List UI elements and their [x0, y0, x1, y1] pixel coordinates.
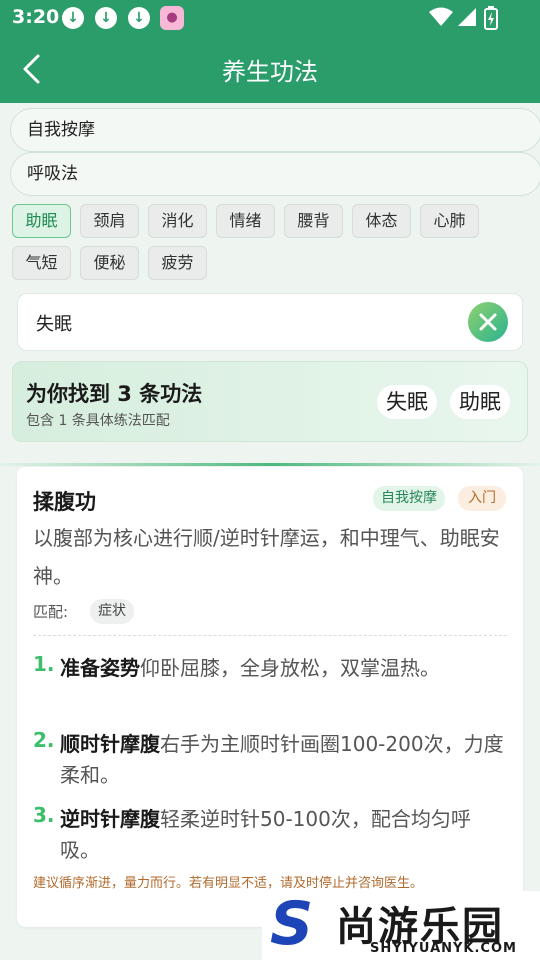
status-bar: 3:20 ↓ ↓ ↓ ● — [0, 0, 540, 36]
step-item: 2. 顺时针摩腹右手为主顺时针画圈100-200次，力度柔和。 — [33, 728, 507, 791]
keyword-chip: 失眠 — [377, 385, 437, 419]
download-icon: ↓ — [62, 7, 84, 29]
page-title: 养生功法 — [222, 58, 318, 86]
step-number: 1. — [33, 652, 55, 676]
status-time: 3:20 — [12, 6, 60, 28]
download-icon: ↓ — [95, 7, 117, 29]
step-title: 顺时针摩腹 — [60, 732, 160, 756]
symptom-tag[interactable]: 心肺 — [420, 204, 479, 238]
watermark-letter: S — [270, 889, 314, 959]
symptom-tag[interactable]: 体态 — [352, 204, 411, 238]
battery-icon — [484, 6, 498, 30]
category-pill-breathing[interactable]: 呼吸法 — [10, 152, 540, 196]
signal-icon — [458, 8, 476, 26]
exercise-description: 以腹部为核心进行顺/逆时针摩运，和中理气、助眠安神。 — [33, 526, 500, 588]
category-badge: 自我按摩 — [373, 486, 445, 511]
download-icon: ↓ — [128, 7, 150, 29]
step-text: 仰卧屈膝，全身放松，双掌温热。 — [140, 656, 440, 680]
symptom-tag[interactable]: 便秘 — [80, 246, 139, 280]
step-number: 3. — [33, 803, 55, 827]
symptom-tag[interactable]: 气短 — [12, 246, 71, 280]
step-title: 准备姿势 — [60, 656, 140, 680]
step-item: 3. 逆时针摩腹轻柔逆时针50-100次，配合均匀呼吸。 — [33, 803, 507, 866]
symptom-tag[interactable]: 情绪 — [216, 204, 275, 238]
symptom-tag[interactable]: 疲劳 — [148, 246, 207, 280]
search-field[interactable]: 失眠 — [17, 293, 523, 351]
wifi-icon — [429, 7, 453, 26]
watermark-logo: S 尚游乐园 SHYIYUANYK.COM — [262, 891, 540, 960]
exercise-title: 揉腹功 — [33, 490, 96, 514]
step-title: 逆时针摩腹 — [60, 807, 160, 831]
section-divider — [0, 463, 540, 466]
category-pill-massage[interactable]: 自我按摩 — [10, 108, 540, 152]
clear-search-button[interactable] — [468, 302, 508, 342]
result-title: 为你找到 3 条功法 — [26, 382, 203, 406]
match-label: 匹配: — [33, 603, 69, 621]
level-badge: 入门 — [458, 486, 506, 511]
symptom-tag[interactable]: 颈肩 — [80, 204, 139, 238]
result-summary: 为你找到 3 条功法 包含 1 条具体练法匹配 失眠 助眠 — [12, 361, 528, 442]
symptom-tag[interactable]: 消化 — [148, 204, 207, 238]
exercise-card[interactable]: 揉腹功 自我按摩 入门 以腹部为核心进行顺/逆时针摩运，和中理气、助眠安神。 匹… — [17, 467, 523, 927]
symptom-tag[interactable]: 腰背 — [284, 204, 343, 238]
keyword-chip: 助眠 — [450, 385, 510, 419]
step-number: 2. — [33, 728, 55, 752]
search-input[interactable]: 失眠 — [36, 310, 72, 336]
step-item: 1. 准备姿势仰卧屈膝，全身放松，双掌温热。 — [33, 652, 507, 684]
symptom-tag[interactable]: 助眠 — [12, 204, 71, 238]
app-header: 3:20 ↓ ↓ ↓ ● 养生功法 — [0, 0, 540, 103]
match-tag: 症状 — [90, 599, 134, 624]
close-icon — [479, 313, 497, 331]
app-notification-icon: ● — [160, 6, 184, 30]
watermark-url: SHYIYUANYK.COM — [370, 941, 517, 956]
result-subtitle: 包含 1 条具体练法匹配 — [26, 413, 170, 429]
card-divider — [33, 635, 507, 636]
